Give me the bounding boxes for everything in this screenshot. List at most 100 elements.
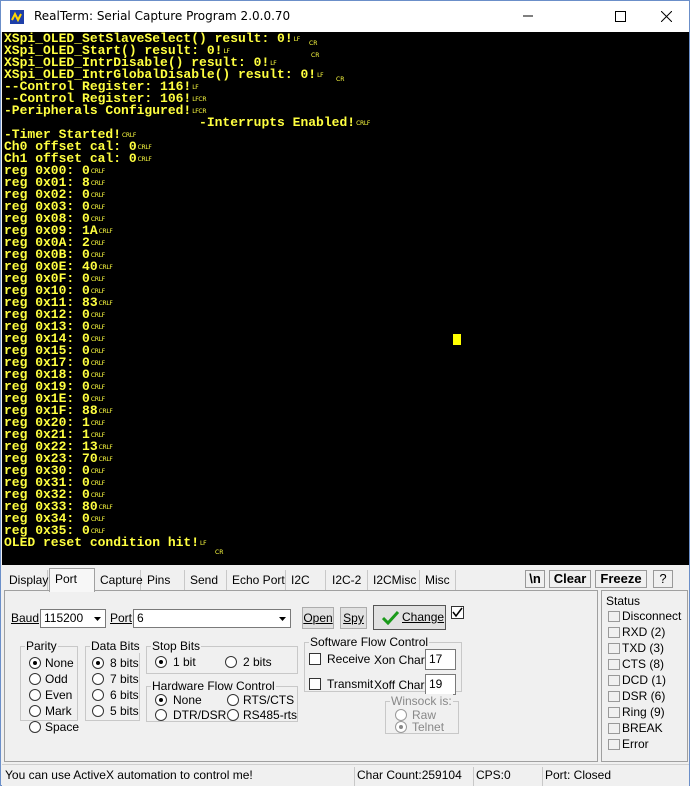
tab-i2cmisc[interactable]: I2CMisc <box>368 570 420 590</box>
checkmark-icon <box>382 610 399 625</box>
control-char-marker: CRLF <box>90 384 105 391</box>
control-char-marker: LF <box>317 72 324 79</box>
winsock-telnet-radio[interactable] <box>395 721 407 733</box>
status-dsr-label: DSR (6) <box>622 689 666 703</box>
status-error-led <box>608 739 620 750</box>
statusbar-message: You can use ActiveX automation to contro… <box>5 768 253 782</box>
winsock-raw-radio[interactable] <box>395 709 407 721</box>
data-bits-7-radio[interactable] <box>92 673 104 685</box>
window-title: RealTerm: Serial Capture Program 2.0.0.7… <box>34 9 291 23</box>
parity-mark-label: Mark <box>45 704 72 718</box>
title-bar[interactable]: RealTerm: Serial Capture Program 2.0.0.7… <box>1 1 689 32</box>
realterm-window: RealTerm: Serial Capture Program 2.0.0.7… <box>0 0 690 786</box>
tab-misc[interactable]: Misc <box>420 570 456 590</box>
hw-flow-dtr-dsr-radio[interactable] <box>155 709 167 721</box>
port-dropdown-arrow[interactable] <box>275 610 290 627</box>
parity-space-radio[interactable] <box>29 721 41 733</box>
data-bits-8-radio[interactable] <box>92 657 104 669</box>
data-bits-6-radio[interactable] <box>92 689 104 701</box>
minimize-icon <box>523 15 533 17</box>
hw-flow-rs485-label: RS485-rts <box>243 708 298 722</box>
baud-select[interactable]: 115200 <box>40 609 106 628</box>
baud-dropdown-arrow[interactable] <box>90 610 105 627</box>
realterm-app-icon <box>10 10 24 24</box>
xon-char-label: Xon Char: <box>374 653 429 667</box>
parity-title: Parity <box>25 639 58 653</box>
control-char-marker: CRLF <box>90 288 105 295</box>
port-select[interactable]: 6 <box>133 609 291 628</box>
hw-flow-rts-cts-radio[interactable] <box>227 694 239 706</box>
tab-send[interactable]: Send <box>185 570 227 590</box>
parity-odd-label: Odd <box>45 672 68 686</box>
control-char-marker: LFCR <box>192 108 207 115</box>
control-char-marker: CRLF <box>98 228 113 235</box>
receive-checkbox[interactable] <box>309 653 321 665</box>
control-char-marker: CRLF <box>98 504 113 511</box>
parity-none-radio[interactable] <box>29 657 41 669</box>
port-value: 6 <box>137 611 144 625</box>
tab-i2c[interactable]: I2C <box>286 570 326 590</box>
hardware-flow-title: Hardware Flow Control <box>151 679 276 693</box>
maximize-button[interactable] <box>597 1 643 31</box>
winsock-title: Winsock is: <box>390 694 453 708</box>
control-char-marker: LF <box>200 540 207 547</box>
stop-bits-title: Stop Bits <box>151 639 202 653</box>
control-char-marker: CRLF <box>90 348 105 355</box>
control-char-marker: CRLF <box>90 432 105 439</box>
status-bar: You can use ActiveX automation to contro… <box>2 764 689 786</box>
terminal-display[interactable]: XSpi_OLED_SetSlaveSelect() result: 0!LF C… <box>2 32 689 565</box>
control-char-marker: CRLF <box>90 192 105 199</box>
freeze-button[interactable]: Freeze <box>595 570 647 588</box>
data-bits-6-label: 6 bits <box>110 688 139 702</box>
hw-flow-dtr-dsr-label: DTR/DSR <box>173 708 227 722</box>
control-char-marker: CRLF <box>98 264 113 271</box>
change-auto-checkbox[interactable] <box>451 606 464 619</box>
stop-bits-2-label: 2 bits <box>243 655 272 669</box>
status-disconnect-label[interactable]: Disconnect <box>622 609 681 623</box>
newline-button[interactable]: \n <box>525 570 545 588</box>
control-char-marker: CRLF <box>98 444 113 451</box>
stop-bits-1-radio[interactable] <box>155 656 167 668</box>
control-char-marker: CRLF <box>90 372 105 379</box>
parity-mark-radio[interactable] <box>29 705 41 717</box>
statusbar-char-count: Char Count:259104 <box>354 767 471 786</box>
control-char-marker: CR <box>215 549 224 556</box>
control-char-marker: CRLF <box>90 516 105 523</box>
status-panel: Status Disconnect RXD (2) TXD (3) CTS (8… <box>601 590 688 762</box>
parity-odd-radio[interactable] <box>29 673 41 685</box>
tab-port[interactable]: Port <box>49 568 95 592</box>
hw-flow-rs485-radio[interactable] <box>227 709 239 721</box>
tab-i2c-2[interactable]: I2C-2 <box>327 570 368 590</box>
terminal-text: XSpi_OLED_SetSlaveSelect() result: 0!LF C… <box>4 32 370 561</box>
chevron-down-icon <box>94 617 101 621</box>
stop-bits-2-radio[interactable] <box>225 656 237 668</box>
xoff-char-input[interactable]: 19 <box>425 674 456 695</box>
change-button[interactable]: Change <box>373 605 446 630</box>
hw-flow-none-radio[interactable] <box>155 694 167 706</box>
status-dcd-label: DCD (1) <box>622 673 666 687</box>
transmit-label: Transmit <box>327 677 374 691</box>
close-button[interactable] <box>643 1 689 31</box>
control-char-marker: CRLF <box>90 216 105 223</box>
tab-capture[interactable]: Capture <box>95 570 143 590</box>
xon-char-input[interactable]: 17 <box>425 649 456 670</box>
parity-even-radio[interactable] <box>29 689 41 701</box>
tab-echo-port[interactable]: Echo Port <box>227 570 286 590</box>
open-button[interactable]: Open <box>302 607 334 629</box>
minimize-button[interactable] <box>505 1 551 31</box>
control-char-marker: CRLF <box>90 468 105 475</box>
status-ring-led <box>608 707 620 718</box>
help-button[interactable]: ? <box>653 570 673 588</box>
control-char-marker: CRLF <box>90 240 105 247</box>
control-char-marker: CRLF <box>98 456 113 463</box>
transmit-checkbox[interactable] <box>309 678 321 690</box>
data-bits-5-radio[interactable] <box>92 705 104 717</box>
control-char-marker: CRLF <box>90 396 105 403</box>
terminal-line-text: OLED reset condition hit! <box>4 535 200 550</box>
tab-display[interactable]: Display <box>4 570 48 590</box>
control-char-marker: CRLF <box>90 480 105 487</box>
clear-button[interactable]: Clear <box>549 570 591 588</box>
tab-pins[interactable]: Pins <box>142 570 185 590</box>
status-txd-label: TXD (3) <box>622 641 664 655</box>
spy-button[interactable]: Spy <box>340 607 367 629</box>
